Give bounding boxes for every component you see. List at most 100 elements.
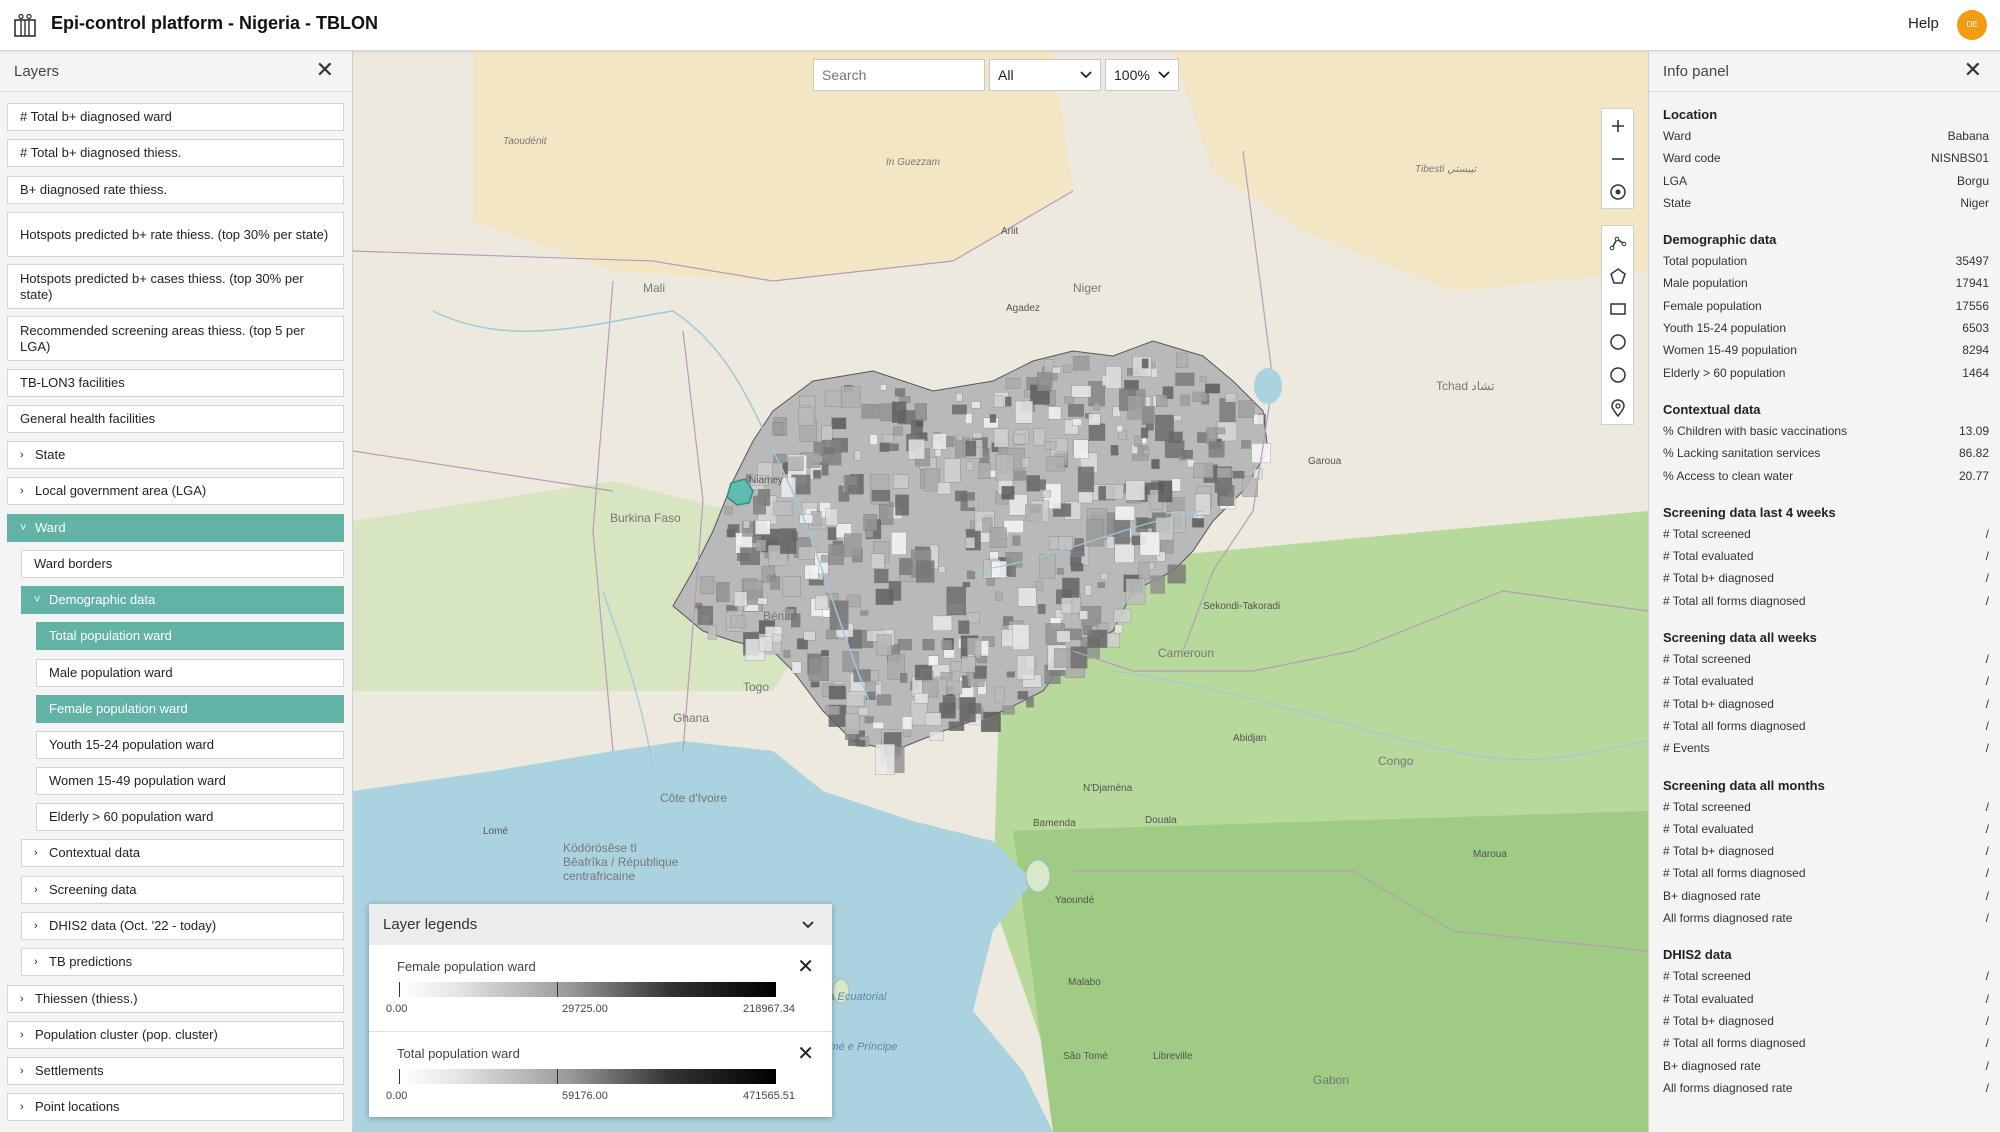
ward-cell[interactable] <box>829 600 849 630</box>
ward-cell[interactable] <box>937 482 951 495</box>
ward-cell[interactable] <box>780 528 797 554</box>
ward-cell[interactable] <box>726 529 736 538</box>
ward-cell[interactable] <box>946 586 966 616</box>
ward-cell[interactable] <box>861 404 881 419</box>
ward-cell[interactable] <box>820 650 829 657</box>
layer-item[interactable]: ˅ Ward <box>7 514 344 542</box>
close-icon[interactable]: ✕ <box>797 1044 814 1064</box>
ward-cell[interactable] <box>853 669 871 683</box>
layer-item[interactable]: B+ diagnosed rate thiess. <box>7 176 344 204</box>
layer-item[interactable]: # Total b+ diagnosed ward <box>7 103 344 131</box>
ward-cell[interactable] <box>752 495 766 515</box>
ward-cell[interactable] <box>770 576 781 590</box>
ward-cell[interactable] <box>934 448 942 457</box>
ward-cell[interactable] <box>743 520 750 529</box>
ward-cell[interactable] <box>967 570 976 580</box>
ward-cell[interactable] <box>700 576 715 594</box>
layer-item[interactable]: › Settlements <box>7 1057 344 1085</box>
ward-cell[interactable] <box>1004 396 1012 407</box>
ward-cell[interactable] <box>1125 578 1146 605</box>
ward-cell[interactable] <box>773 501 793 516</box>
ward-cell[interactable] <box>967 500 979 508</box>
ward-cell[interactable] <box>1225 393 1237 403</box>
ward-cell[interactable] <box>825 705 840 715</box>
ward-cell[interactable] <box>910 699 928 726</box>
draw-marker-button[interactable] <box>1602 391 1633 424</box>
ward-cell[interactable] <box>848 485 858 492</box>
ward-cell[interactable] <box>1006 671 1015 678</box>
ward-cell[interactable] <box>788 456 804 471</box>
zoom-select[interactable]: 100% <box>1105 59 1179 91</box>
ward-cell[interactable] <box>840 385 861 409</box>
draw-polygon-button[interactable] <box>1602 259 1633 292</box>
layer-item[interactable]: › DHIS2 data (Oct. '22 - today) <box>21 912 344 940</box>
ward-cell[interactable] <box>966 461 974 471</box>
ward-cell[interactable] <box>1082 625 1093 635</box>
ward-cell[interactable] <box>872 721 885 730</box>
draw-rectangle-button[interactable] <box>1602 292 1633 325</box>
ward-cell[interactable] <box>1105 484 1124 500</box>
ward-cell[interactable] <box>893 474 909 489</box>
ward-cell[interactable] <box>1171 478 1181 492</box>
ward-cell[interactable] <box>730 615 746 629</box>
ward-cell[interactable] <box>857 707 869 716</box>
ward-cell[interactable] <box>855 739 866 747</box>
ward-cell[interactable] <box>1039 554 1056 579</box>
chevron-down-icon[interactable] <box>802 921 814 929</box>
ward-cell[interactable] <box>707 625 717 640</box>
ward-cell[interactable] <box>932 433 947 450</box>
ward-cell[interactable] <box>874 568 889 584</box>
ward-cell[interactable] <box>1215 427 1226 435</box>
ward-cell[interactable] <box>1216 467 1232 479</box>
filter-select[interactable]: All <box>989 59 1101 91</box>
ward-cell[interactable] <box>965 440 977 457</box>
ward-cell[interactable] <box>1062 577 1080 598</box>
ward-cell[interactable] <box>989 527 1007 548</box>
ward-cell[interactable] <box>1253 414 1264 425</box>
ward-cell[interactable] <box>1125 480 1145 501</box>
ward-cell[interactable] <box>1160 538 1174 554</box>
ward-cell[interactable] <box>1181 449 1193 459</box>
ward-cell[interactable] <box>1140 427 1149 439</box>
layer-item[interactable]: Women 15-49 population ward <box>36 767 344 795</box>
ward-cell[interactable] <box>1218 484 1235 506</box>
ward-cell[interactable] <box>827 527 837 541</box>
search-input[interactable] <box>813 59 985 91</box>
ward-cell[interactable] <box>1175 372 1195 386</box>
ward-cell[interactable] <box>989 414 997 423</box>
ward-cell[interactable] <box>1041 490 1051 498</box>
ward-cell[interactable] <box>1079 610 1088 620</box>
ward-cell[interactable] <box>772 422 784 435</box>
ward-cell[interactable] <box>980 711 1001 732</box>
ward-cell[interactable] <box>1026 475 1041 492</box>
ward-cell[interactable] <box>860 610 869 616</box>
ward-cell[interactable] <box>1156 394 1168 407</box>
ward-cell[interactable] <box>864 680 876 693</box>
ward-cell[interactable] <box>1106 536 1115 549</box>
ward-cell[interactable] <box>914 403 927 421</box>
ward-cell[interactable] <box>943 458 961 483</box>
layer-item[interactable]: Youth 15-24 population ward <box>36 731 344 759</box>
close-icon[interactable]: ✕ <box>1964 59 1982 81</box>
ward-cell[interactable] <box>844 533 862 557</box>
ward-cell[interactable] <box>893 426 903 436</box>
ward-cell[interactable] <box>897 639 912 651</box>
ward-cell[interactable] <box>972 431 983 439</box>
layer-item[interactable]: › TB predictions <box>21 948 344 976</box>
ward-cell[interactable] <box>986 578 995 586</box>
ward-cell[interactable] <box>995 591 1003 601</box>
ward-cell[interactable] <box>1100 572 1108 580</box>
ward-cell[interactable] <box>1070 646 1088 669</box>
ward-cell[interactable] <box>1052 366 1061 374</box>
ward-cell[interactable] <box>914 693 929 704</box>
ward-cell[interactable] <box>1116 424 1123 433</box>
help-link[interactable]: Help <box>1908 15 1939 32</box>
ward-cell[interactable] <box>828 685 846 700</box>
ward-cell[interactable] <box>895 494 909 516</box>
ward-cell[interactable] <box>871 489 891 502</box>
layer-item[interactable]: › Contextual data <box>21 839 344 867</box>
ward-cell[interactable] <box>831 417 847 430</box>
ward-cell[interactable] <box>1037 372 1052 392</box>
ward-cell[interactable] <box>1088 413 1101 426</box>
ward-cell[interactable] <box>882 434 894 443</box>
